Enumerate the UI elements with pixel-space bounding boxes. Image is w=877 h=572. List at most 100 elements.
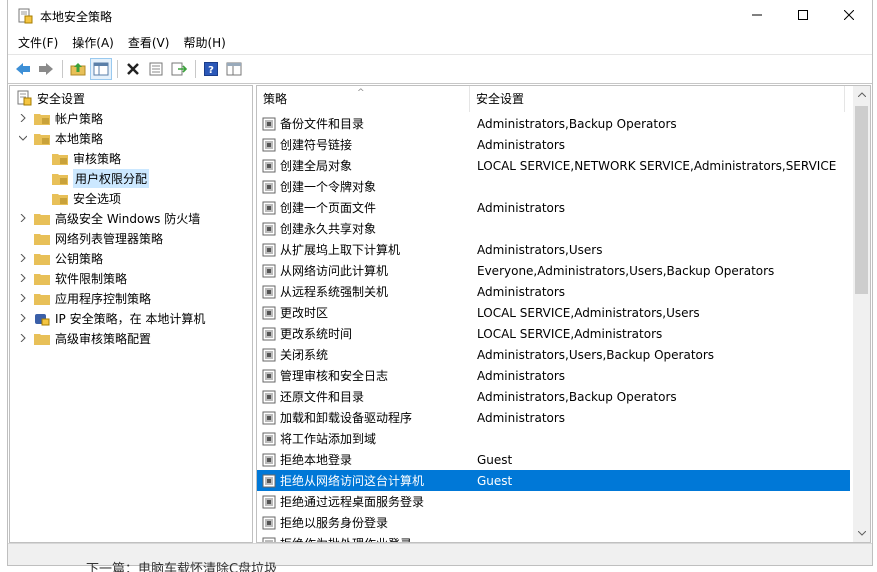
table-row[interactable]: 从网络访问此计算机 Everyone,Administrators,Users,B… xyxy=(257,260,850,281)
tree-item-audit-policy[interactable]: 审核策略 xyxy=(10,148,252,168)
table-row[interactable]: 创建全局对象 LOCAL SERVICE,NETWORK SERVICE,Admi… xyxy=(257,155,850,176)
list-header: 策略 ^ 安全设置 xyxy=(257,86,870,112)
policy-cell: 拒绝本地登录 xyxy=(257,451,470,468)
policy-icon xyxy=(262,348,276,361)
policy-name: 备份文件和目录 xyxy=(280,117,365,131)
folder-lock-icon xyxy=(52,152,68,165)
page-footer-text: 下一篇：电脑车载怀清除C盘垃圾 xyxy=(86,562,278,572)
table-row[interactable]: 创建符号链接 Administrators xyxy=(257,134,850,155)
table-row[interactable]: 更改系统时间 LOCAL SERVICE,Administrators xyxy=(257,323,850,344)
table-row[interactable]: 管理审核和安全日志 Administrators xyxy=(257,365,850,386)
security-setting-cell: Administrators,Users xyxy=(477,242,603,257)
tree-item-public-key-policies[interactable]: 公钥策略 xyxy=(10,248,252,268)
security-setting-cell: Everyone,Administrators,Users,Backup Ope… xyxy=(477,263,775,278)
delete-button[interactable] xyxy=(122,58,144,80)
chevron-right-icon[interactable] xyxy=(18,293,28,303)
forward-button[interactable] xyxy=(35,58,57,80)
table-row[interactable]: 还原文件和目录 Administrators,Backup Operators xyxy=(257,386,850,407)
menu-help[interactable]: 帮助(H) xyxy=(176,32,232,54)
table-row[interactable]: 更改时区 LOCAL SERVICE,Administrators,Users xyxy=(257,302,850,323)
table-row[interactable]: 拒绝以服务身份登录 xyxy=(257,512,850,533)
folder-icon xyxy=(34,292,50,305)
tree-item-user-rights-assignment[interactable]: 用户权限分配 xyxy=(10,168,252,188)
tree-item-local-policies[interactable]: 本地策略 xyxy=(10,128,252,148)
chevron-right-icon[interactable] xyxy=(18,313,28,323)
security-setting-cell: Guest xyxy=(477,473,513,488)
tree-item-security-options[interactable]: 安全选项 xyxy=(10,188,252,208)
close-button[interactable] xyxy=(826,0,872,30)
delete-icon xyxy=(127,62,139,75)
tree-item-network-list-manager[interactable]: 网络列表管理器策略 xyxy=(10,228,252,248)
tree-item-advanced-firewall[interactable]: 高级安全 Windows 防火墙 xyxy=(10,208,252,228)
table-row[interactable]: 从远程系统强制关机 Administrators xyxy=(257,281,850,302)
policy-name: 更改时区 xyxy=(280,306,329,320)
policy-name: 管理审核和安全日志 xyxy=(280,369,389,383)
policy-icon xyxy=(262,453,276,466)
table-row[interactable]: 备份文件和目录 Administrators,Backup Operators xyxy=(257,113,850,134)
maximize-button[interactable] xyxy=(780,0,826,30)
tree-item-advanced-audit[interactable]: 高级审核策略配置 xyxy=(10,328,252,348)
table-row[interactable]: 拒绝本地登录 Guest xyxy=(257,449,850,470)
help-button[interactable]: ? xyxy=(200,58,222,80)
policy-cell: 管理审核和安全日志 xyxy=(257,367,470,384)
chevron-right-icon[interactable] xyxy=(18,253,28,263)
console-view-button[interactable] xyxy=(223,58,245,80)
scrollbar-thumb[interactable] xyxy=(855,106,868,294)
chevron-down-icon[interactable] xyxy=(18,133,28,143)
policy-cell: 拒绝通过远程桌面服务登录 xyxy=(257,493,470,510)
column-header-policy[interactable]: 策略 ^ xyxy=(257,86,470,112)
policy-cell: 创建一个页面文件 xyxy=(257,199,470,216)
properties-button[interactable] xyxy=(145,58,167,80)
security-setting-cell: LOCAL SERVICE,NETWORK SERVICE,Administra… xyxy=(477,158,837,173)
table-row[interactable]: 关闭系统 Administrators,Users,Backup Operator… xyxy=(257,344,850,365)
tree-root-security-settings[interactable]: 安全设置 xyxy=(10,88,252,108)
list-rows: 备份文件和目录 Administrators,Backup Operators 创建… xyxy=(257,113,850,542)
minimize-button[interactable] xyxy=(734,0,780,30)
security-setting-cell: Administrators xyxy=(477,410,566,425)
table-row[interactable]: 加载和卸载设备驱动程序 Administrators xyxy=(257,407,850,428)
policy-name: 更改系统时间 xyxy=(280,327,353,341)
chevron-right-icon[interactable] xyxy=(18,113,28,123)
policy-cell: 创建全局对象 xyxy=(257,157,470,174)
folder-icon xyxy=(34,212,50,225)
table-row[interactable]: 拒绝作为批处理作业登录 xyxy=(257,533,850,542)
table-row[interactable]: 拒绝从网络访问这台计算机 Guest xyxy=(257,470,850,491)
table-row[interactable]: 拒绝通过远程桌面服务登录 xyxy=(257,491,850,512)
export-list-button[interactable] xyxy=(168,58,190,80)
up-level-button[interactable] xyxy=(67,58,89,80)
menu-file[interactable]: 文件(F) xyxy=(11,32,65,54)
table-row[interactable]: 创建一个令牌对象 xyxy=(257,176,850,197)
table-row[interactable]: 从扩展坞上取下计算机 Administrators,Users xyxy=(257,239,850,260)
chevron-right-icon[interactable] xyxy=(18,213,28,223)
tree-item-software-restriction[interactable]: 软件限制策略 xyxy=(10,268,252,288)
show-hide-tree-button[interactable] xyxy=(90,57,112,80)
title-bar: 本地安全策略 xyxy=(8,0,872,32)
menu-action[interactable]: 操作(A) xyxy=(65,32,121,54)
policy-cell: 从网络访问此计算机 xyxy=(257,262,470,279)
policy-icon xyxy=(262,285,276,298)
scroll-up-icon[interactable] xyxy=(853,86,870,103)
security-setting-cell: Guest xyxy=(477,452,513,467)
close-icon xyxy=(844,10,854,20)
table-row[interactable]: 创建一个页面文件 Administrators xyxy=(257,197,850,218)
chevron-right-icon[interactable] xyxy=(18,273,28,283)
chevron-right-icon[interactable] xyxy=(18,333,28,343)
menu-view[interactable]: 查看(V) xyxy=(121,32,177,54)
folder-icon xyxy=(34,272,50,285)
table-row[interactable]: 创建永久共享对象 xyxy=(257,218,850,239)
column-label: 策略 xyxy=(263,92,288,106)
menu-bar: 文件(F) 操作(A) 查看(V) 帮助(H) xyxy=(8,32,872,54)
policy-cell: 更改系统时间 xyxy=(257,325,470,342)
column-header-security-setting[interactable]: 安全设置 xyxy=(470,86,845,112)
policy-list: 策略 ^ 安全设置 备份文件和目录 Administrators,Backup O… xyxy=(256,85,871,543)
back-button[interactable] xyxy=(12,58,34,80)
scroll-down-icon[interactable] xyxy=(853,525,870,542)
folder-lock-icon xyxy=(34,112,50,125)
tree-item-ip-security[interactable]: IP 安全策略，在 本地计算机 xyxy=(10,308,252,328)
table-row[interactable]: 将工作站添加到域 xyxy=(257,428,850,449)
tree-item-label: IP 安全策略，在 本地计算机 xyxy=(55,311,206,326)
tree-item-app-control[interactable]: 应用程序控制策略 xyxy=(10,288,252,308)
vertical-scrollbar[interactable] xyxy=(853,86,870,542)
policy-icon xyxy=(262,138,276,151)
tree-item-account-policies[interactable]: 帐户策略 xyxy=(10,108,252,128)
